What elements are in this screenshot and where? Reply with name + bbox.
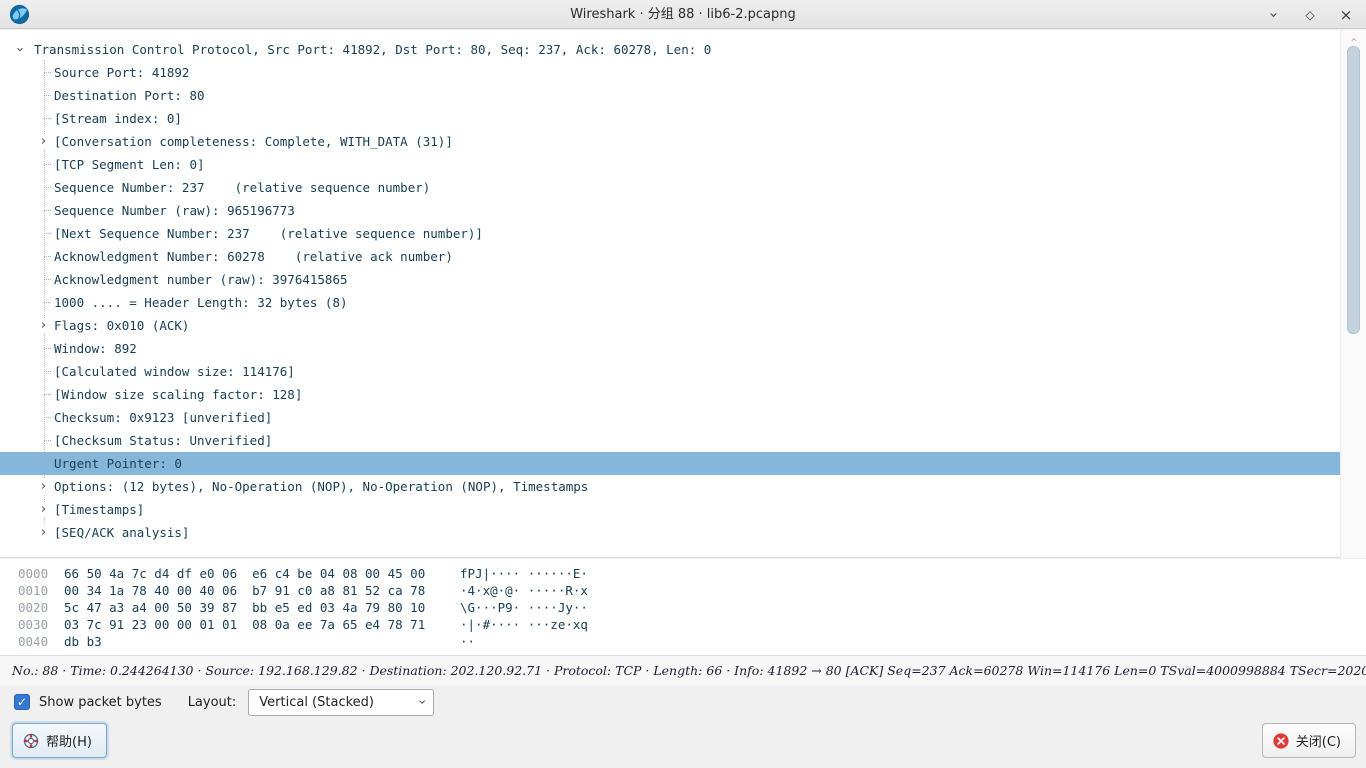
tree-item-label: Source Port: 41892 <box>54 65 189 80</box>
hex-ascii[interactable]: ·4·x@·@· ·····R·x <box>460 582 588 599</box>
hex-bytes[interactable]: 00 34 1a 78 40 00 40 06 b7 91 c0 a8 81 5… <box>64 582 460 599</box>
tree-item-label: Sequence Number: 237 (relative sequence … <box>54 180 430 195</box>
hex-ascii[interactable]: ·· <box>460 633 475 650</box>
scrollbar-thumb[interactable] <box>1347 46 1360 334</box>
tree-row[interactable]: ›[SEQ/ACK analysis] <box>0 521 1340 544</box>
hex-row[interactable]: 0020 5c 47 a3 a4 00 50 39 87 bb e5 ed 03… <box>0 599 1366 616</box>
layout-select[interactable]: Vertical (Stacked) › <box>248 689 434 716</box>
tree-item-label: Urgent Pointer: 0 <box>54 456 182 471</box>
hex-bytes[interactable]: 5c 47 a3 a4 00 50 39 87 bb e5 ed 03 4a 7… <box>64 599 460 616</box>
packet-detail-pane: › Transmission Control Protocol, Src Por… <box>0 30 1366 558</box>
tree-item-label: 1000 .... = Header Length: 32 bytes (8) <box>54 295 348 310</box>
close-window-button[interactable]: × <box>1338 6 1354 24</box>
hex-bytes[interactable]: db b3 <box>64 633 460 650</box>
expand-icon[interactable]: › <box>36 134 51 149</box>
expand-icon[interactable]: › <box>36 318 51 333</box>
help-button-label: 帮助(H) <box>46 731 92 750</box>
packet-bytes-pane: 0000 66 50 4a 7c d4 df e0 06 e6 c4 be 04… <box>0 559 1366 655</box>
hex-offset: 0040 <box>18 633 64 650</box>
tree-item-label: [Stream index: 0] <box>54 111 182 126</box>
minimize-button[interactable]: › <box>1265 7 1283 23</box>
tree-row[interactable]: Source Port: 41892 <box>0 61 1340 84</box>
tree-row[interactable]: Acknowledgment Number: 60278 (relative a… <box>0 245 1340 268</box>
tree-item-label: [SEQ/ACK analysis] <box>54 525 189 540</box>
close-button-label: 关闭(C) <box>1296 731 1341 750</box>
tree-item-label: [Window size scaling factor: 128] <box>54 387 302 402</box>
hex-offset: 0020 <box>18 599 64 616</box>
tree-row[interactable]: Checksum: 0x9123 [unverified] <box>0 406 1340 429</box>
tree-row[interactable]: 1000 .... = Header Length: 32 bytes (8) <box>0 291 1340 314</box>
tree-row[interactable]: [TCP Segment Len: 0] <box>0 153 1340 176</box>
tree-row[interactable]: ›[Timestamps] <box>0 498 1340 521</box>
tree-row[interactable]: Sequence Number: 237 (relative sequence … <box>0 176 1340 199</box>
scrollbar[interactable]: › <box>1340 30 1366 558</box>
expand-icon[interactable]: › <box>36 525 51 540</box>
tree-item-label: Acknowledgment Number: 60278 (relative a… <box>54 249 453 264</box>
hex-offset: 0010 <box>18 582 64 599</box>
tree-item-label: Window: 892 <box>54 341 137 356</box>
hex-bytes[interactable]: 03 7c 91 23 00 00 01 01 08 0a ee 7a 65 e… <box>64 616 460 633</box>
hex-row[interactable]: 0040 db b3 ·· <box>0 633 1366 650</box>
tree-row[interactable]: ›[Conversation completeness: Complete, W… <box>0 130 1340 153</box>
dialog-button-row: 帮助(H) 关闭(C) <box>0 720 1366 768</box>
tree-item-label: [TCP Segment Len: 0] <box>54 157 205 172</box>
tree-viewport: › Transmission Control Protocol, Src Por… <box>0 30 1340 557</box>
tree-item-label: [Timestamps] <box>54 502 144 517</box>
tree-row[interactable]: ›Flags: 0x010 (ACK) <box>0 314 1340 337</box>
tree-item-label: [Next Sequence Number: 237 (relative seq… <box>54 226 483 241</box>
hex-offset: 0000 <box>18 565 64 582</box>
tree-row[interactable]: ›Options: (12 bytes), No-Operation (NOP)… <box>0 475 1340 498</box>
expand-icon[interactable]: › <box>36 479 51 494</box>
tree-row[interactable]: [Stream index: 0] <box>0 107 1340 130</box>
hex-row[interactable]: 0010 00 34 1a 78 40 00 40 06 b7 91 c0 a8… <box>0 582 1366 599</box>
tree-item-label: [Conversation completeness: Complete, WI… <box>54 134 453 149</box>
tree-row[interactable]: [Next Sequence Number: 237 (relative seq… <box>0 222 1340 245</box>
layout-label: Layout: <box>188 695 237 710</box>
tree-row[interactable]: Destination Port: 80 <box>0 84 1340 107</box>
tree-row[interactable]: Sequence Number (raw): 965196773 <box>0 199 1340 222</box>
tree-row[interactable]: Window: 892 <box>0 337 1340 360</box>
expand-icon[interactable]: › <box>36 502 51 517</box>
help-button[interactable]: 帮助(H) <box>12 723 107 758</box>
hex-bytes[interactable]: 66 50 4a 7c d4 df e0 06 e6 c4 be 04 08 0… <box>64 565 460 582</box>
tree-row[interactable]: Acknowledgment number (raw): 3976415865 <box>0 268 1340 291</box>
hex-row[interactable]: 0030 03 7c 91 23 00 00 01 01 08 0a ee 7a… <box>0 616 1366 633</box>
tree-item-label: Destination Port: 80 <box>54 88 205 103</box>
tree-item-label: Flags: 0x010 (ACK) <box>54 318 189 333</box>
titlebar: Wireshark · 分组 88 · lib6-2.pcapng › ◇ × <box>0 0 1366 29</box>
maximize-button[interactable]: ◇ <box>1302 6 1318 24</box>
tree-row[interactable]: [Calculated window size: 114176] <box>0 360 1340 383</box>
tree-item-label: [Checksum Status: Unverified] <box>54 433 272 448</box>
tree-row[interactable]: [Checksum Status: Unverified] <box>0 429 1340 452</box>
hex-row[interactable]: 0000 66 50 4a 7c d4 df e0 06 e6 c4 be 04… <box>0 565 1366 582</box>
tree-item-label: Acknowledgment number (raw): 3976415865 <box>54 272 348 287</box>
hex-ascii[interactable]: fPJ|···· ······E· <box>460 565 588 582</box>
window-title: Wireshark · 分组 88 · lib6-2.pcapng <box>0 0 1366 29</box>
show-packet-bytes-label: Show packet bytes <box>39 695 162 710</box>
hex-ascii[interactable]: \G···P9· ····Jy·· <box>460 599 588 616</box>
tree-item-label: Options: (12 bytes), No-Operation (NOP),… <box>54 479 588 494</box>
tree-row[interactable]: [Window size scaling factor: 128] <box>0 383 1340 406</box>
tree-row-selected[interactable]: Urgent Pointer: 0 <box>0 452 1340 475</box>
packet-summary: No.: 88 · Time: 0.244264130 · Source: 19… <box>0 655 1366 686</box>
hex-ascii[interactable]: ·|·#···· ···ze·xq <box>460 616 588 633</box>
collapse-icon[interactable]: › <box>12 42 27 57</box>
tree-item-label: Sequence Number (raw): 965196773 <box>54 203 295 218</box>
hex-offset: 0030 <box>18 616 64 633</box>
help-icon <box>23 733 39 749</box>
checkbox-checked-icon[interactable]: ✓ <box>14 694 30 710</box>
chevron-down-icon: › <box>413 699 429 705</box>
close-button[interactable]: 关闭(C) <box>1262 723 1356 758</box>
controls-row: ✓ Show packet bytes Layout: Vertical (St… <box>0 686 1366 718</box>
layout-select-value: Vertical (Stacked) <box>259 695 418 710</box>
tree-item-label: Transmission Control Protocol, Src Port:… <box>34 42 711 57</box>
tree-row-root[interactable]: › Transmission Control Protocol, Src Por… <box>0 38 1340 61</box>
show-packet-bytes-toggle[interactable]: ✓ Show packet bytes <box>14 694 162 710</box>
tree-item-label: Checksum: 0x9123 [unverified] <box>54 410 272 425</box>
close-circle-icon <box>1273 733 1289 749</box>
tree-item-label: [Calculated window size: 114176] <box>54 364 295 379</box>
